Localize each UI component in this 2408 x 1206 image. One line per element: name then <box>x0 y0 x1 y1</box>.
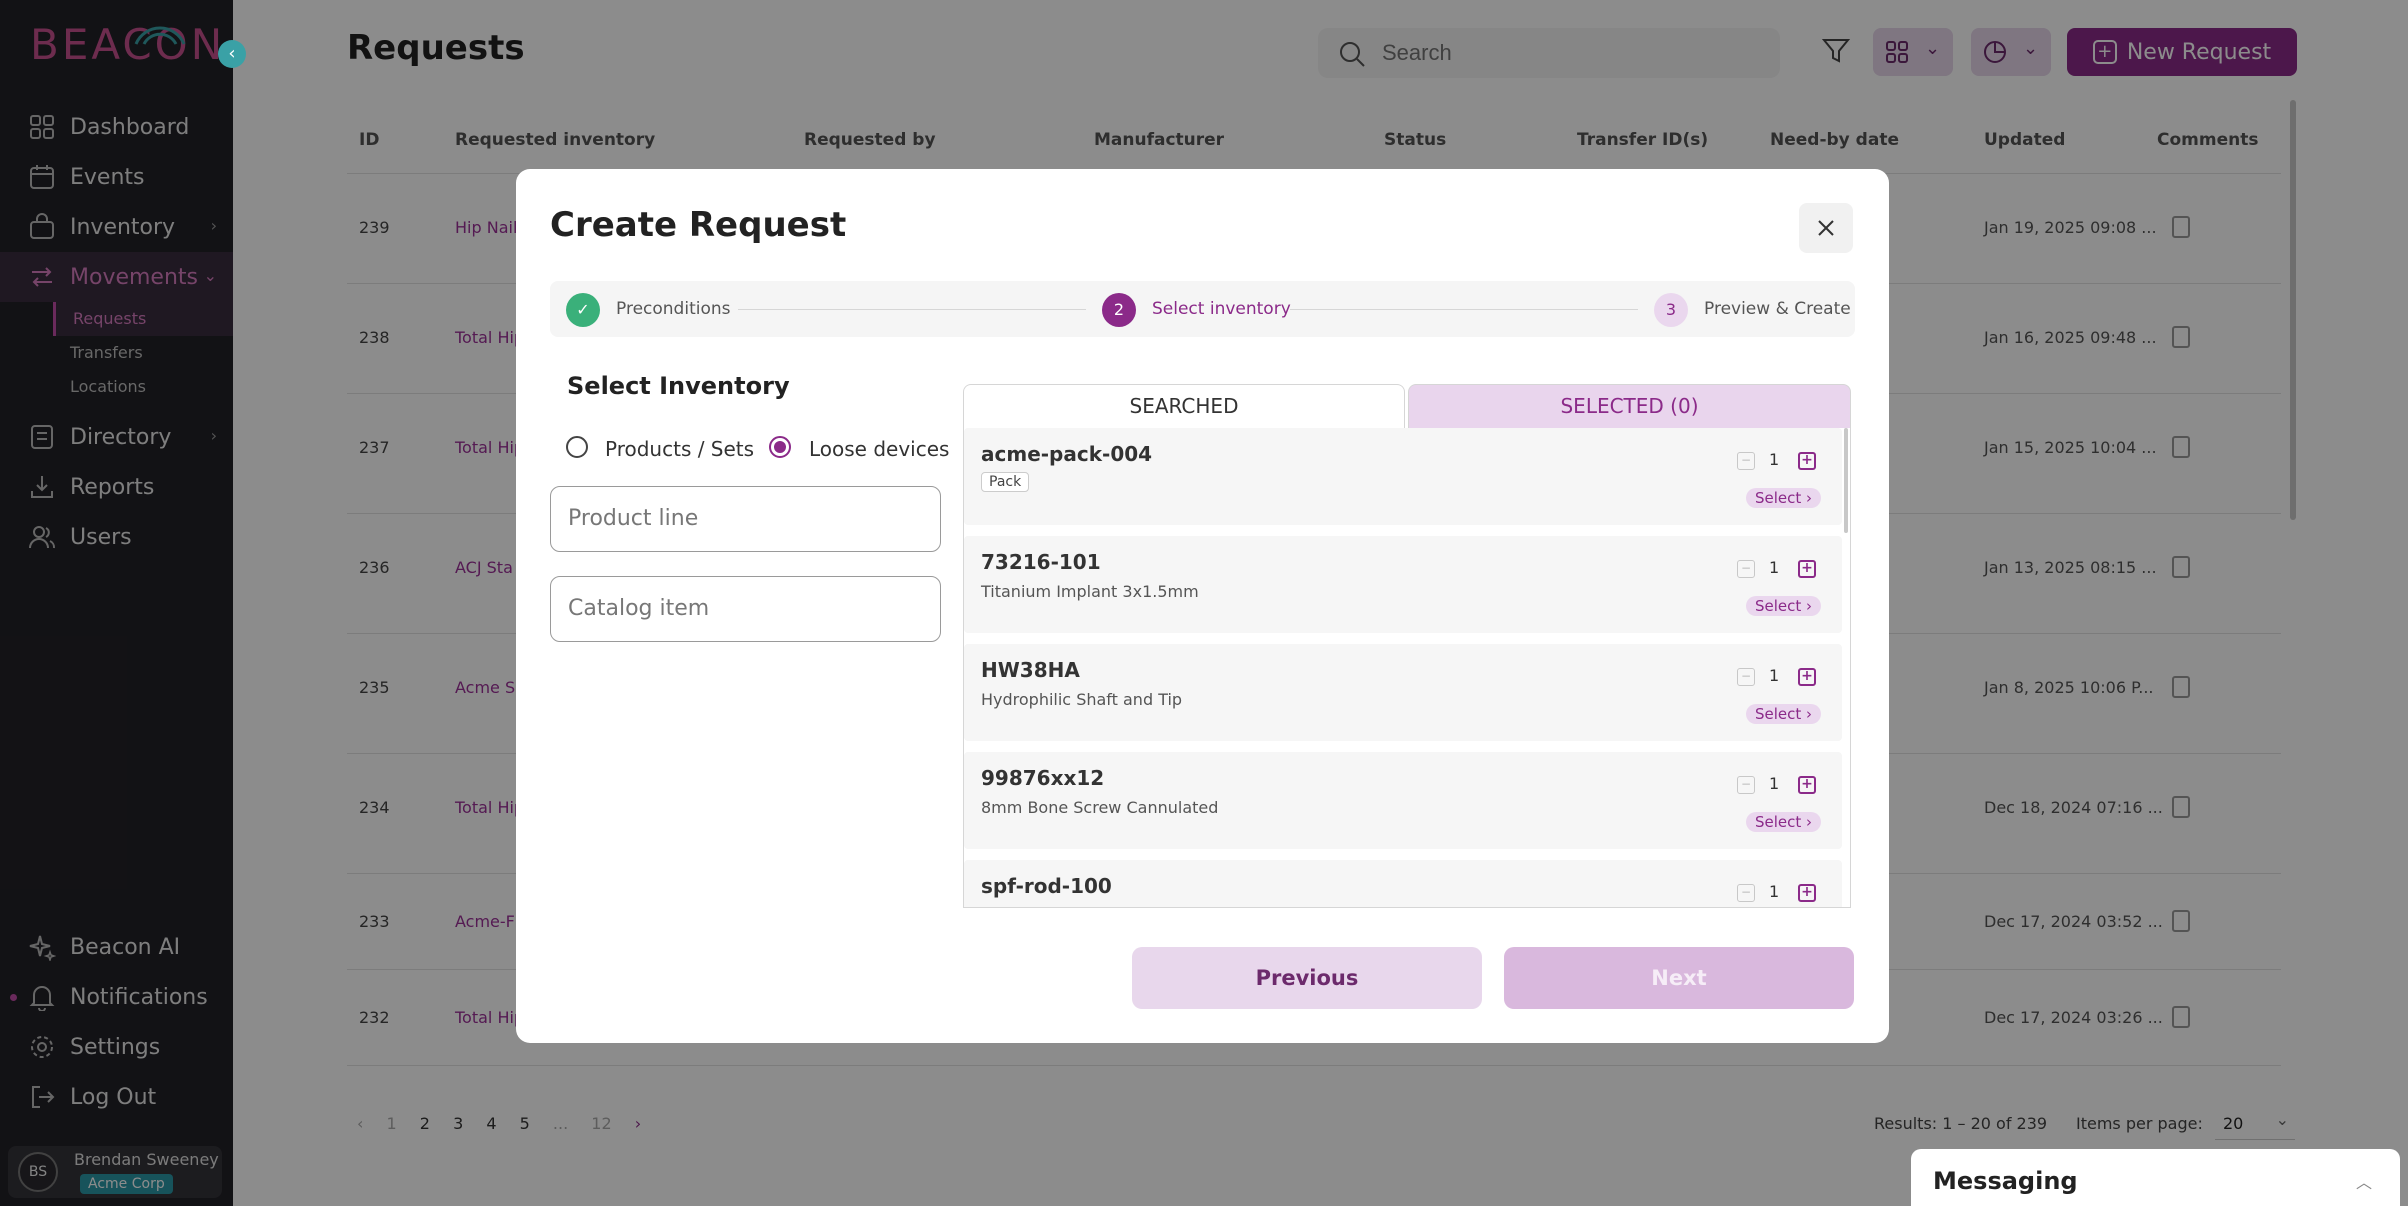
step-3-label: Preview & Create <box>1704 299 1851 319</box>
catalog-item-field[interactable]: Catalog item <box>550 576 941 642</box>
create-request-modal: Create Request ✓ Preconditions 2 Select … <box>516 169 1889 1043</box>
radio-loose-devices[interactable] <box>769 436 791 458</box>
radio-products-sets[interactable] <box>566 436 588 458</box>
increment-button[interactable]: + <box>1798 776 1816 794</box>
increment-button[interactable]: + <box>1798 884 1816 902</box>
quantity-value: 1 <box>1769 774 1780 793</box>
inventory-tabs: SEARCHED SELECTED (0) <box>963 384 1851 428</box>
list-scrollbar[interactable] <box>1844 428 1848 533</box>
item-description: 8mm Bone Screw Cannulated <box>981 798 1219 817</box>
list-item[interactable]: acme-pack-004 Pack − 1 + Select › <box>964 428 1842 525</box>
decrement-button[interactable]: − <box>1737 560 1755 578</box>
previous-button[interactable]: Previous <box>1132 947 1482 1009</box>
item-name: 99876xx12 <box>981 766 1105 790</box>
step-connector <box>738 309 1086 310</box>
section-title: Select Inventory <box>567 372 790 400</box>
close-button[interactable] <box>1799 203 1853 253</box>
decrement-button[interactable]: − <box>1737 452 1755 470</box>
decrement-button[interactable]: − <box>1737 776 1755 794</box>
step-1-check-icon: ✓ <box>566 293 600 327</box>
item-name: 73216-101 <box>981 550 1101 574</box>
inventory-list: acme-pack-004 Pack − 1 + Select › 73216-… <box>963 428 1851 908</box>
item-name: spf-rod-100 <box>981 874 1112 898</box>
messaging-title: Messaging <box>1933 1167 2078 1195</box>
collapse-sidebar-button[interactable]: ‹ <box>218 40 246 68</box>
item-description: Hydrophilic Shaft and Tip <box>981 690 1183 709</box>
radio-products-sets-label[interactable]: Products / Sets <box>605 437 754 461</box>
item-tag: Pack <box>981 472 1030 492</box>
step-connector <box>1290 309 1638 310</box>
select-button[interactable]: Select › <box>1746 488 1822 508</box>
list-item[interactable]: 99876xx12 8mm Bone Screw Cannulated − 1 … <box>964 752 1842 849</box>
increment-button[interactable]: + <box>1798 668 1816 686</box>
item-name: HW38HA <box>981 658 1080 682</box>
list-item[interactable]: HW38HA Hydrophilic Shaft and Tip − 1 + S… <box>964 644 1842 741</box>
close-icon <box>1818 220 1834 236</box>
increment-button[interactable]: + <box>1798 560 1816 578</box>
list-item[interactable]: spf-rod-100 − 1 + <box>964 860 1842 907</box>
select-button[interactable]: Select › <box>1746 596 1822 616</box>
list-item[interactable]: 73216-101 Titanium Implant 3x1.5mm − 1 +… <box>964 536 1842 633</box>
modal-title: Create Request <box>550 205 847 245</box>
increment-button[interactable]: + <box>1798 452 1816 470</box>
decrement-button[interactable]: − <box>1737 668 1755 686</box>
decrement-button[interactable]: − <box>1737 884 1755 902</box>
quantity-value: 1 <box>1769 450 1780 469</box>
messaging-widget[interactable]: Messaging ︿ <box>1911 1149 2400 1206</box>
tab-selected[interactable]: SELECTED (0) <box>1408 384 1851 428</box>
quantity-value: 1 <box>1769 666 1780 685</box>
step-2-number: 2 <box>1102 293 1136 327</box>
product-line-field[interactable]: Product line <box>550 486 941 552</box>
tab-searched[interactable]: SEARCHED <box>963 384 1405 428</box>
stepper: ✓ Preconditions 2 Select inventory 3 Pre… <box>550 281 1855 337</box>
select-button[interactable]: Select › <box>1746 812 1822 832</box>
radio-loose-devices-label[interactable]: Loose devices <box>809 437 949 461</box>
quantity-value: 1 <box>1769 558 1780 577</box>
quantity-value: 1 <box>1769 882 1780 901</box>
step-3-number: 3 <box>1654 293 1688 327</box>
next-button[interactable]: Next <box>1504 947 1854 1009</box>
step-2-label: Select inventory <box>1152 299 1291 319</box>
item-description: Titanium Implant 3x1.5mm <box>981 582 1199 601</box>
step-1-label: Preconditions <box>616 299 731 319</box>
chevron-up-icon[interactable]: ︿ <box>2356 1169 2372 1193</box>
select-button[interactable]: Select › <box>1746 704 1822 724</box>
item-name: acme-pack-004 <box>981 442 1153 466</box>
